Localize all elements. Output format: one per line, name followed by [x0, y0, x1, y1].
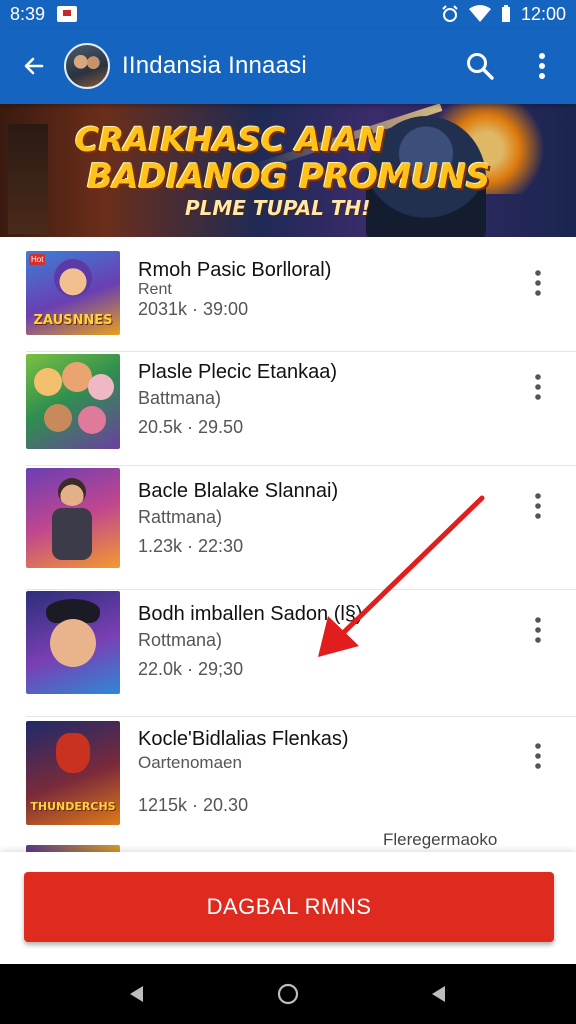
search-icon [467, 53, 494, 80]
footer-note: Fleregermaoko [383, 830, 498, 849]
banner-tower-art [8, 124, 48, 234]
item-subtitle: Rottmana) [138, 630, 223, 650]
system-nav-bar [0, 964, 576, 1024]
list-item[interactable]: Hot ZAUSNNES Rmoh Pasic Borlloral) Rent … [0, 237, 576, 352]
promo-banner[interactable]: CRAIKHASC AIAN BADIANOG PROMUNS PLME TUP… [0, 104, 576, 237]
banner-headline: CRAIKHASC AIAN BADIANOG PROMUNS PLME TUP… [75, 120, 495, 221]
app-bar: IIndansia Innaasi [0, 28, 576, 104]
more-vert-icon [535, 743, 541, 769]
item-meta: 2031k · 39:00 [138, 299, 249, 319]
nav-back-icon[interactable] [127, 984, 147, 1004]
thumbnail-character [78, 406, 106, 434]
video-thumbnail[interactable]: THUNDERCHS [26, 721, 120, 825]
item-subtitle: Rent [138, 281, 172, 298]
video-thumbnail[interactable] [26, 354, 120, 449]
thumbnail-character [44, 404, 72, 432]
item-meta: 1.23k · 22:30 [138, 536, 244, 556]
list-item[interactable]: THUNDERCHS Kocle'Bidlalias Flenkas) Oart… [0, 717, 576, 847]
page-title: IIndansia Innaasi [122, 52, 307, 79]
nav-recent-icon[interactable] [429, 984, 449, 1004]
nav-home-icon[interactable] [277, 983, 299, 1005]
battery-icon [501, 5, 510, 22]
thumbnail-character [50, 619, 96, 667]
list-item[interactable]: Bodh imballen Sadon (l§) Rottmana) 22.0k… [0, 590, 576, 717]
more-vert-icon [535, 374, 541, 400]
more-vert-icon [535, 270, 541, 296]
search-button[interactable] [460, 46, 500, 86]
item-title: Rmoh Pasic Borlloral) [138, 259, 332, 281]
item-meta: 1215k · 20.30 [138, 795, 249, 815]
thumbnail-character [34, 368, 62, 396]
status-time: 8:39 [10, 3, 46, 24]
status-icons: 12:00 [441, 4, 566, 25]
thumbnail-character [58, 478, 86, 506]
video-thumbnail[interactable] [26, 591, 120, 694]
more-vert-icon [539, 53, 545, 79]
item-more-button[interactable] [522, 486, 554, 526]
cta-container: DAGBAL RMNS [0, 852, 576, 964]
thumbnail-character [54, 259, 92, 297]
item-subtitle: Rattmana) [138, 507, 223, 527]
more-vert-icon [535, 493, 541, 519]
item-meta: 22.0k · 29;30 [138, 659, 244, 679]
list-item[interactable]: Plasle Plecic Etankaa) Battmana) 20.5k ·… [0, 352, 576, 466]
video-thumbnail[interactable] [26, 468, 120, 568]
item-more-button[interactable] [522, 367, 554, 407]
back-arrow-icon [24, 57, 44, 75]
status-bar: 8:39 12:00 [0, 0, 576, 28]
avatar[interactable] [64, 43, 110, 89]
item-subtitle: Oartenomaen [138, 753, 242, 772]
item-subtitle: Battmana) [138, 388, 222, 408]
video-thumbnail[interactable]: Hot ZAUSNNES [26, 251, 120, 335]
item-title: Bacle Blalake Slannai) [138, 480, 339, 502]
back-button[interactable] [14, 46, 54, 86]
thumbnail-character [88, 374, 114, 400]
item-title: Plasle Plecic Etankaa) [138, 361, 337, 383]
thumbnail-character-body [52, 508, 92, 560]
item-more-button[interactable] [522, 736, 554, 776]
thumbnail-label: ZAUSNNES [33, 313, 113, 328]
alarm-icon [442, 5, 458, 22]
item-title: Bodh imballen Sadon (l§) [138, 603, 363, 625]
banner-line-2: BADIANOG PROMUNS [87, 157, 490, 197]
status-clock: 12:00 [520, 3, 566, 24]
more-options-button[interactable] [522, 46, 562, 86]
primary-cta-button[interactable]: DAGBAL RMNS [24, 872, 554, 942]
app-bar-actions [460, 46, 562, 86]
notification-icon [57, 6, 78, 22]
thumbnail-label: THUNDERCHS [30, 800, 116, 813]
banner-line-3: PLME TUPAL TH! [185, 196, 371, 220]
item-more-button[interactable] [522, 263, 554, 303]
thumbnail-character [56, 733, 90, 773]
list-item[interactable]: Bacle Blalake Slannai) Rattmana) 1.23k ·… [0, 466, 576, 590]
wifi-icon [468, 5, 491, 22]
thumbnail-badge: Hot [29, 254, 46, 265]
banner-line-1: CRAIKHASC AIAN [75, 120, 385, 159]
item-meta: 20.5k · 29.50 [138, 417, 244, 437]
item-title: Kocle'Bidlalias Flenkas) [138, 728, 349, 750]
item-more-button[interactable] [522, 610, 554, 650]
more-vert-icon [535, 617, 541, 643]
